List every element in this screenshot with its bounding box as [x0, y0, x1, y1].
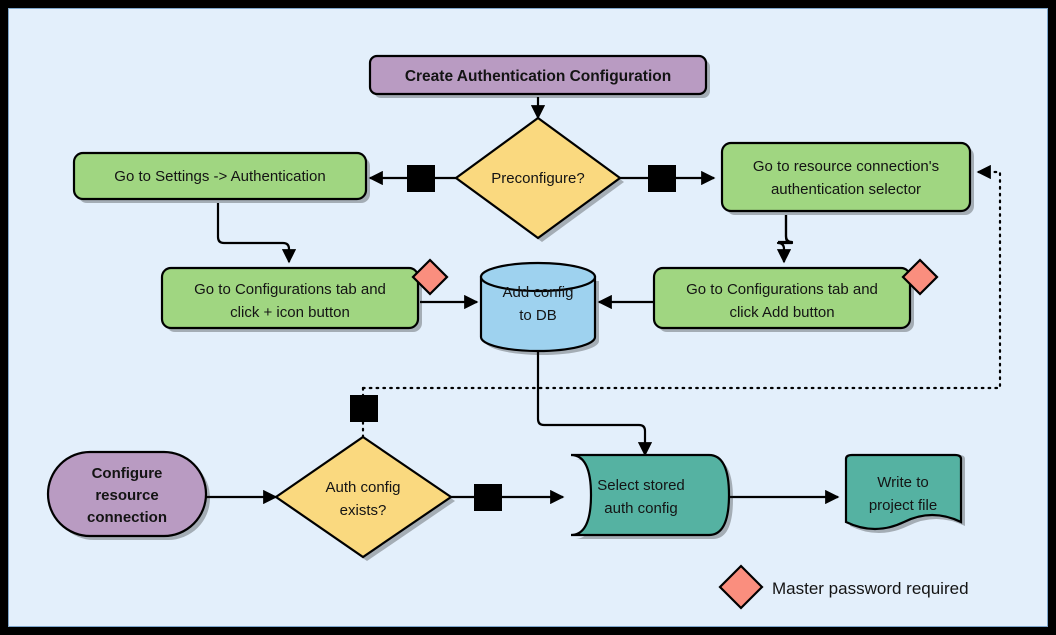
cfg-add-l1-bold: Configurations: [727, 281, 824, 298]
edge-label-auth-exists-yes: [474, 484, 502, 511]
cfg-plus-l2-suffix: icon button: [272, 304, 350, 321]
node-configurations-add[interactable]: Go to Configurations tab and click Add b…: [652, 258, 939, 332]
node-create-auth-config[interactable]: Create Authentication Configuration: [368, 54, 710, 98]
flowchart: Create Authentication Configuration Prec…: [46, 54, 1002, 610]
configurations-plus-line1: Go to Configurations tab and: [194, 281, 386, 298]
create-auth-config-label: Create Authentication Configuration: [405, 68, 671, 85]
node-go-to-settings[interactable]: Go to Settings -> Authentication: [72, 151, 370, 203]
cfg-add-l2-suffix: button: [789, 304, 835, 321]
configure-resource-line1: Configure: [92, 465, 163, 482]
node-auth-config-exists[interactable]: Auth config exists?: [274, 435, 455, 561]
legend-label: Master password required: [772, 579, 969, 598]
write-to-project-file-line1: Write to: [877, 474, 928, 491]
cfg-plus-l2-prefix: click: [230, 304, 263, 321]
edge-label-preconfigure-yes: [648, 165, 676, 192]
node-select-stored-auth-config[interactable]: Select stored auth config: [570, 453, 733, 539]
node-preconfigure[interactable]: Preconfigure?: [454, 116, 624, 242]
go-to-resource-line1: Go to resource connection's: [753, 158, 939, 175]
cfg-plus-l1-prefix: Go to: [194, 281, 235, 298]
go-to-settings-label: Go to Settings -> Authentication: [114, 168, 325, 185]
auth-config-exists-line1: Auth config: [325, 479, 400, 496]
node-configure-resource-connection[interactable]: Configure resource connection: [46, 450, 210, 540]
legend-diamond-icon: [718, 564, 764, 610]
diagram-canvas: Create Authentication Configuration Prec…: [0, 0, 1056, 635]
go-to-settings-bold: Settings -> Authentication: [155, 168, 326, 185]
cfg-plus-l2-bold: +: [264, 304, 273, 321]
preconfigure-label: Preconfigure?: [491, 170, 584, 187]
configurations-add-line1: Go to Configurations tab and: [686, 281, 878, 298]
cfg-plus-l1-suffix: tab and: [332, 281, 386, 298]
node-write-to-project-file[interactable]: Write to project file: [844, 453, 965, 533]
add-config-to-db-line1: Add config: [503, 284, 574, 301]
add-config-to-db-line2: to DB: [519, 307, 557, 324]
configure-resource-line2: resource: [95, 487, 158, 504]
cfg-add-l1-prefix: Go to: [686, 281, 727, 298]
go-to-settings-prefix: Go to: [114, 168, 155, 185]
go-to-resource-shape: [720, 141, 972, 213]
configurations-add-line2: click Add button: [729, 304, 834, 321]
select-stored-auth-config-line2: auth config: [604, 500, 677, 517]
legend: Master password required: [718, 564, 969, 610]
go-to-resource-line2: authentication selector: [771, 181, 921, 198]
node-go-to-resource-connection[interactable]: Go to resource connection's authenticati…: [720, 141, 974, 215]
node-add-config-to-db[interactable]: Add config to DB: [479, 261, 599, 355]
configure-resource-line3: connection: [87, 509, 167, 526]
cfg-add-l2-prefix: click: [729, 304, 762, 321]
cfg-plus-l1-bold: Configurations: [235, 281, 332, 298]
configurations-plus-line2: click + icon button: [230, 304, 350, 321]
edge-db-to-select-config: [536, 345, 653, 457]
edge-label-auth-exists-no: [350, 395, 378, 422]
select-stored-auth-config-shape: [570, 453, 731, 537]
cfg-add-l2-bold: Add: [762, 304, 789, 321]
cfg-add-l1-suffix: tab and: [824, 281, 878, 298]
select-stored-auth-config-line1: Select stored: [597, 477, 685, 494]
auth-config-exists-shape: [274, 435, 453, 559]
node-configurations-plus[interactable]: Go to Configurations tab and click + ico…: [160, 258, 449, 332]
edge-settings-to-config-plus: [216, 203, 297, 264]
edge-label-preconfigure-no: [407, 165, 435, 192]
write-to-project-file-line2: project file: [869, 497, 937, 514]
auth-config-exists-line2: exists?: [340, 502, 387, 519]
